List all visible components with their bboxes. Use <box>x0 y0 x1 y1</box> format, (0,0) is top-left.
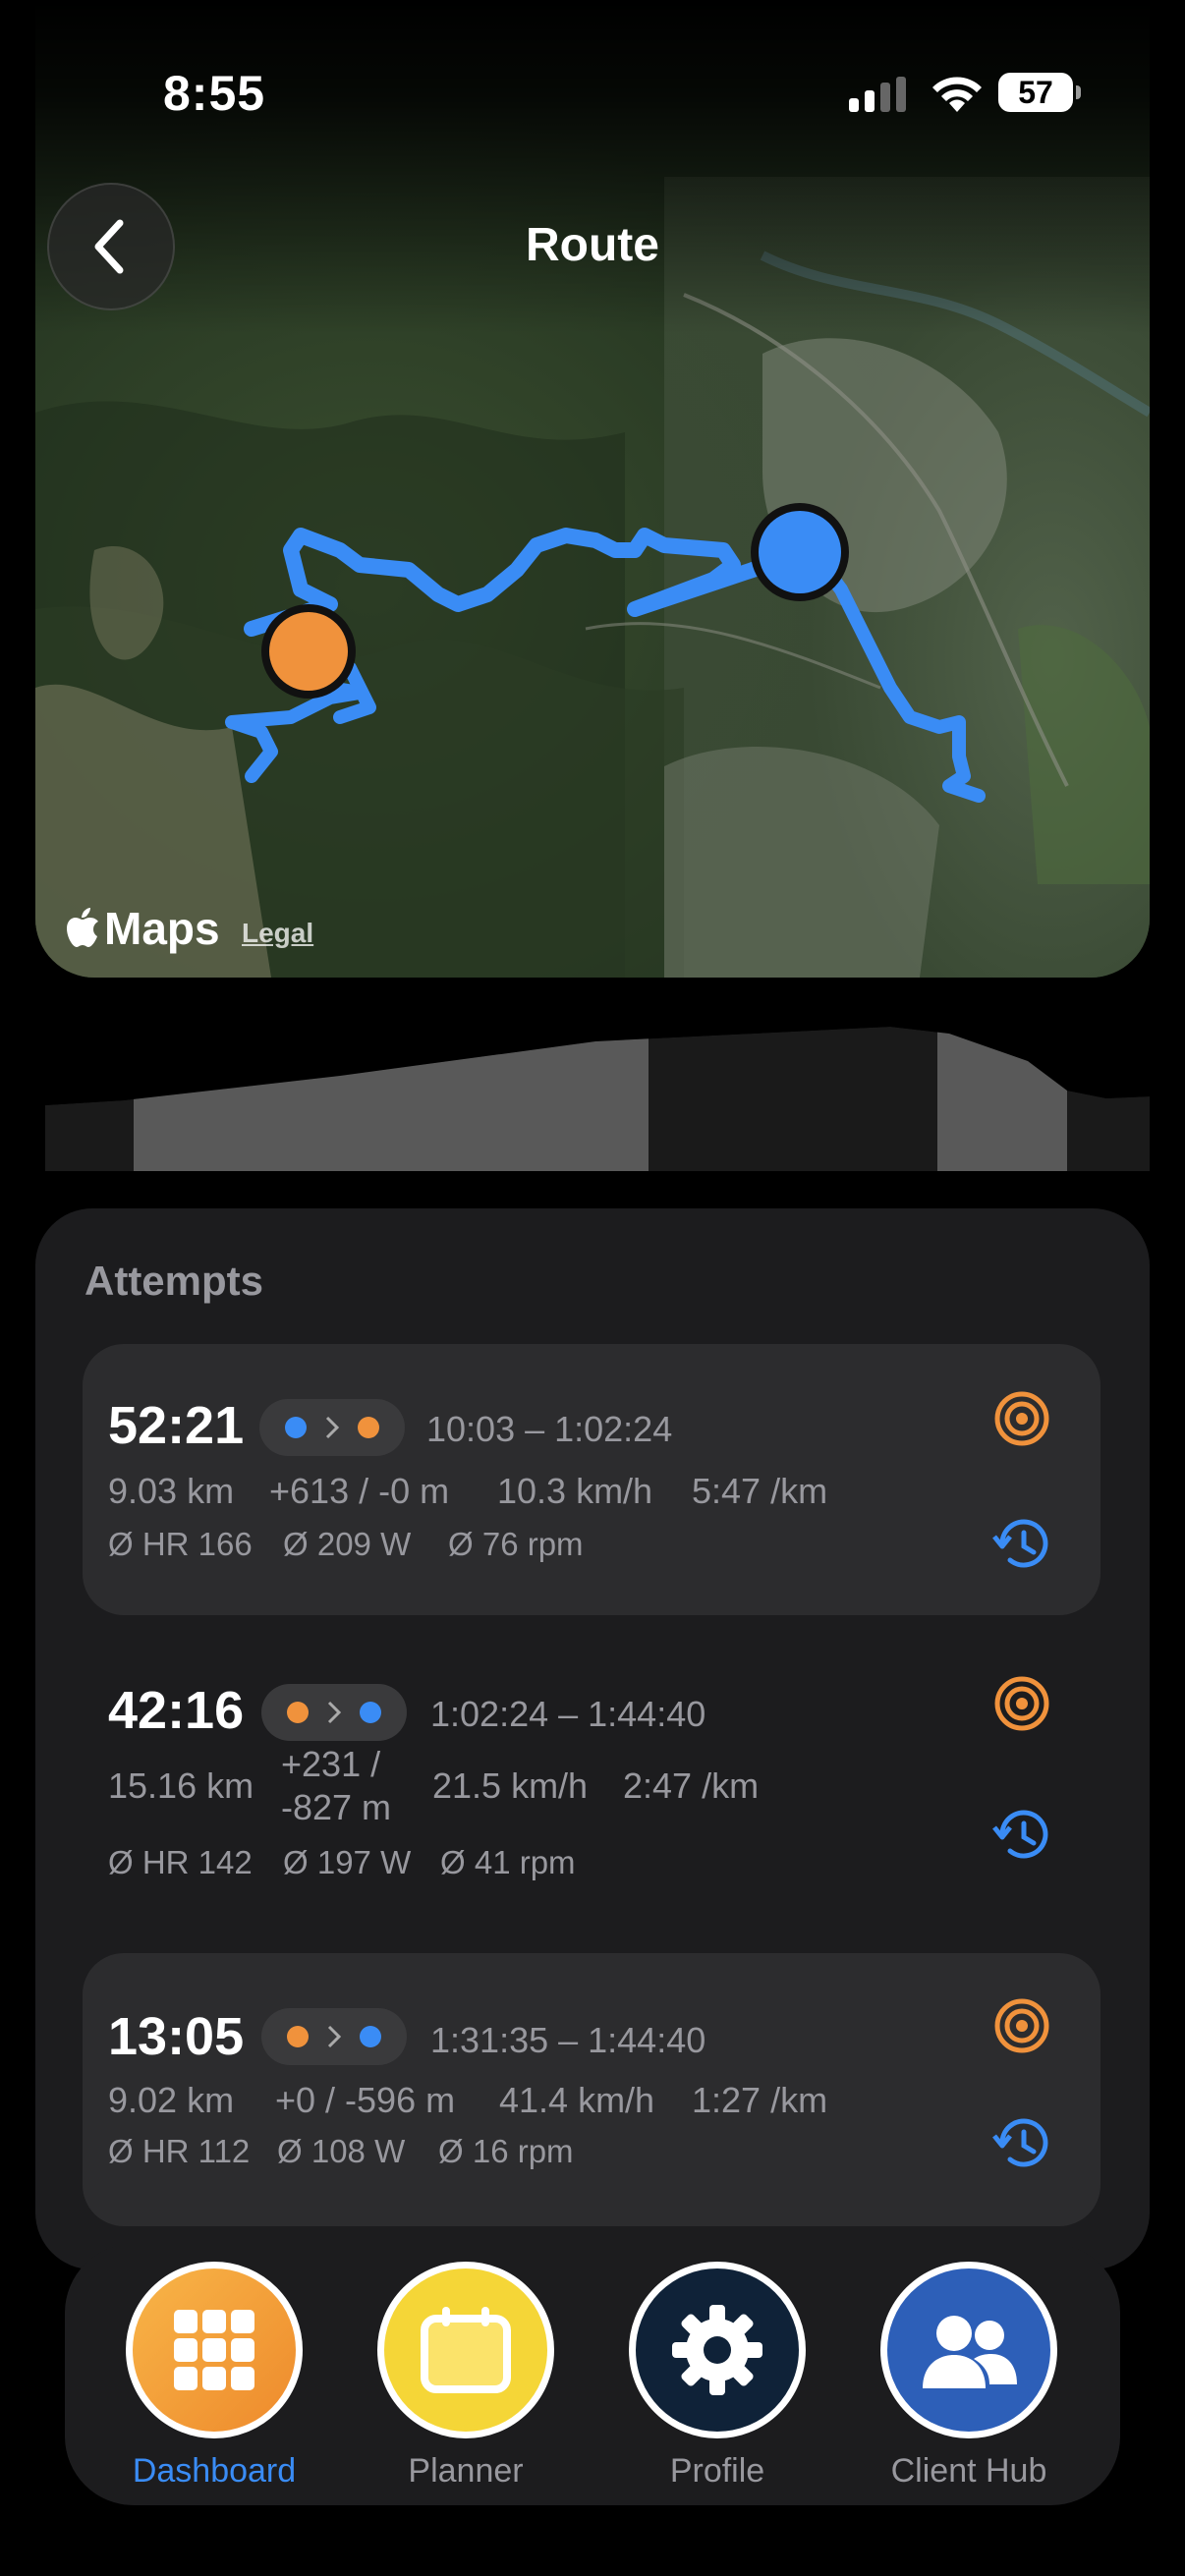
tab-client-hub-label: Client Hub <box>890 2452 1047 2490</box>
history-icon[interactable] <box>990 1513 1053 1576</box>
attempt-duration: 42:16 <box>108 1681 245 1740</box>
attempt-pace: 2:47 /km <box>623 1765 760 1806</box>
target-icon[interactable] <box>990 1387 1053 1450</box>
attempt-time-range: 10:03 – 1:02:24 <box>426 1409 673 1449</box>
status-time: 8:55 <box>163 66 266 121</box>
tab-planner-label: Planner <box>408 2452 524 2490</box>
screen: 8:55 57 Route Maps Legal Attempts 52:21 … <box>0 0 1185 2576</box>
attempt-hr: Ø HR 112 <box>108 2133 251 2169</box>
attempt-duration: 13:05 <box>108 2007 245 2066</box>
tab-planner-button[interactable] <box>377 2262 554 2438</box>
attempt-cadence: Ø 16 rpm <box>438 2133 574 2169</box>
attempt-speed: 21.5 km/h <box>432 1765 589 1806</box>
tab-planner[interactable]: Planner <box>367 2262 564 2497</box>
target-icon[interactable] <box>990 1994 1053 2057</box>
attempt-power: Ø 108 W <box>277 2133 406 2169</box>
attempt-power: Ø 209 W <box>283 1526 412 1562</box>
tab-profile-button[interactable] <box>629 2262 806 2438</box>
end-dot <box>360 1702 381 1723</box>
wifi-icon <box>932 77 982 112</box>
attempt-card[interactable]: 42:16 1:02:24 – 1:44:40 15.16 km +231 / … <box>83 1631 1100 1906</box>
tab-bar: Dashboard Planner Profile Client Hub <box>65 2244 1120 2505</box>
start-dot <box>287 2026 309 2047</box>
tab-client-hub-button[interactable] <box>880 2262 1057 2438</box>
attempt-pace: 5:47 /km <box>692 1471 828 1511</box>
attempt-distance: 15.16 km <box>108 1765 254 1806</box>
chevron-right-icon <box>327 1701 342 1724</box>
maps-attribution: Maps <box>65 902 220 955</box>
tab-profile[interactable]: Profile <box>619 2262 816 2497</box>
end-dot <box>360 2026 381 2047</box>
people-icon <box>923 2316 1017 2388</box>
history-icon[interactable] <box>990 2112 1053 2175</box>
attempts-panel: Attempts 52:21 10:03 – 1:02:24 9.03 km +… <box>35 1208 1150 2269</box>
attempt-hr: Ø HR 166 <box>108 1526 253 1562</box>
attempt-elevation: +613 / -0 m <box>269 1471 450 1511</box>
end-dot <box>358 1417 379 1438</box>
apple-logo-icon <box>67 908 98 947</box>
direction-pill <box>261 1684 407 1741</box>
attempt-time-range: 1:31:35 – 1:44:40 <box>430 2020 706 2060</box>
attempts-title: Attempts <box>85 1258 264 1304</box>
tab-profile-label: Profile <box>669 2452 765 2490</box>
attempt-cadence: Ø 41 rpm <box>440 1844 576 1880</box>
attempt-elevation-line2: -827 m <box>281 1787 392 1827</box>
start-dot <box>287 1702 309 1723</box>
chevron-right-icon <box>327 2025 342 2048</box>
attempt-time-range: 1:02:24 – 1:44:40 <box>430 1694 706 1734</box>
route-map[interactable] <box>35 0 1150 978</box>
direction-pill <box>259 1399 405 1456</box>
attempt-speed: 41.4 km/h <box>499 2080 655 2120</box>
attempt-card[interactable]: 52:21 10:03 – 1:02:24 9.03 km +613 / -0 … <box>83 1344 1100 1615</box>
cellular-icon <box>849 77 906 112</box>
tab-client-hub[interactable]: Client Hub <box>871 2262 1067 2497</box>
direction-pill <box>261 2008 407 2065</box>
attempt-card[interactable]: 13:05 1:31:35 – 1:44:40 9.02 km +0 / -59… <box>83 1953 1100 2226</box>
attempt-pace: 1:27 /km <box>692 2080 828 2120</box>
attempt-cadence: Ø 76 rpm <box>448 1526 584 1562</box>
attempt-hr: Ø HR 142 <box>108 1844 253 1880</box>
attempt-elevation: +0 / -596 m <box>275 2080 456 2120</box>
history-icon[interactable] <box>990 1804 1053 1867</box>
tab-dashboard-button[interactable] <box>126 2262 303 2438</box>
grid-icon <box>174 2310 254 2390</box>
chevron-right-icon <box>325 1416 340 1439</box>
page-title: Route <box>526 219 659 271</box>
attempt-distance: 9.02 km <box>108 2080 235 2120</box>
start-dot <box>285 1417 307 1438</box>
battery-icon: 57 <box>998 73 1081 112</box>
attempt-distance: 9.03 km <box>108 1471 235 1511</box>
tab-dashboard[interactable]: Dashboard <box>116 2262 312 2497</box>
calendar-icon <box>421 2307 511 2393</box>
attempt-power: Ø 197 W <box>283 1844 412 1880</box>
attempt-elevation-line1: +231 / <box>281 1744 381 1784</box>
elevation-profile[interactable] <box>45 1022 1150 1171</box>
attempt-speed: 10.3 km/h <box>497 1471 653 1511</box>
map-top-fade <box>35 0 1150 334</box>
legal-link[interactable]: Legal <box>242 918 313 949</box>
attempt-duration: 52:21 <box>108 1396 245 1455</box>
status-icons: 57 <box>847 69 1083 118</box>
gear-icon <box>672 2305 762 2395</box>
tab-dashboard-label: Dashboard <box>132 2452 297 2490</box>
maps-label: Maps <box>104 903 220 954</box>
target-icon[interactable] <box>990 1672 1053 1735</box>
